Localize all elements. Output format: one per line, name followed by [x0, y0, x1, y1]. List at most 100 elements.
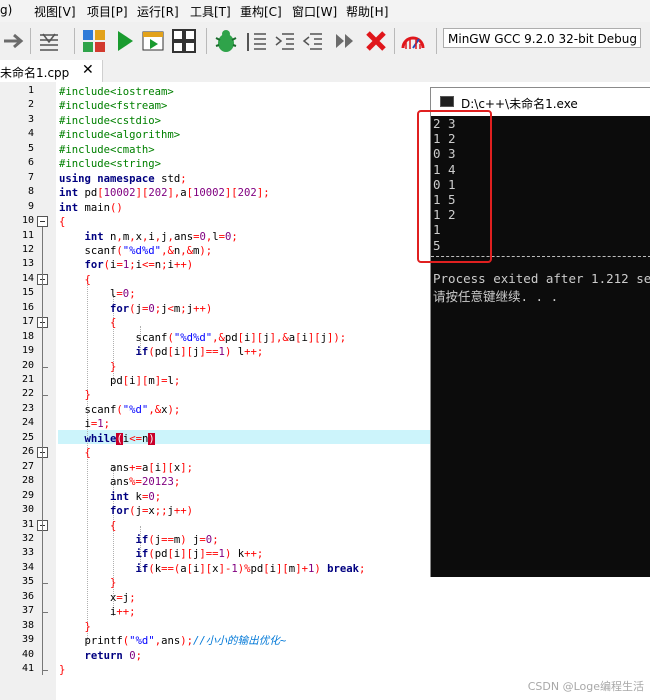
code-line: i++;	[59, 606, 136, 619]
code-line: {	[84, 447, 91, 460]
stop-icon[interactable]	[362, 27, 390, 55]
code-line: int pd[10002][202],a[10002][202];	[59, 187, 270, 200]
code-line: }	[110, 577, 117, 590]
line-number: 14	[21, 272, 34, 284]
tab-label: 未命名1.cpp	[0, 66, 70, 80]
compile-run-icon[interactable]	[140, 27, 168, 55]
code-line: }	[84, 620, 91, 633]
indent-more-icon[interactable]	[272, 27, 298, 55]
line-number: 28	[21, 475, 34, 487]
code-line: ans+=a[i][x];	[59, 461, 194, 474]
indent-less-icon[interactable]	[300, 27, 326, 55]
code-line: using namespace std;	[59, 172, 187, 185]
tab-file[interactable]: 未命名1.cpp ✕	[0, 60, 103, 82]
code-line: x=j;	[59, 591, 136, 604]
close-icon[interactable]: ✕	[82, 62, 94, 78]
line-number: 8	[27, 186, 34, 198]
line-number: 38	[21, 619, 34, 631]
code-line: scanf("%d",&x);	[59, 403, 181, 416]
debug-icon[interactable]	[212, 27, 240, 55]
layout-icon[interactable]	[80, 27, 108, 55]
line-number: 5	[27, 142, 34, 154]
code-line: #include<fstream>	[59, 100, 168, 113]
line-number: 18	[21, 330, 34, 342]
indent-icon[interactable]	[34, 27, 64, 55]
menu-item[interactable]: 项目[P]	[87, 3, 128, 20]
compiler-select[interactable]: MinGW GCC 9.2.0 32-bit Debug	[443, 28, 641, 48]
tab-bar: 未命名1.cpp ✕	[0, 60, 650, 82]
line-number: 24	[21, 417, 34, 429]
code-line: scanf("%d%d",&pd[i][j],&a[i][j]);	[59, 331, 347, 344]
menu-item[interactable]: 重构[C]	[240, 3, 282, 20]
code-line: for(i=1;i<=n;i++)	[84, 259, 194, 272]
line-number: 19	[21, 345, 34, 357]
fold-line	[42, 227, 43, 675]
line-number: 15	[21, 287, 34, 299]
code-line: i=1;	[59, 418, 111, 431]
line-number: 4	[27, 128, 34, 140]
console-icon	[440, 96, 454, 107]
menu-item[interactable]: 窗口[W]	[292, 3, 337, 20]
output-annotation-box	[417, 110, 492, 263]
line-number: 29	[21, 489, 34, 501]
code-line: if(k==(a[i][x]-1)%pd[i][m]+1) break;	[135, 562, 366, 575]
line-number: 32	[21, 532, 34, 544]
code-line: {	[59, 216, 66, 229]
line-number: 20	[21, 359, 34, 371]
code-line: for(j=x;;j++)	[110, 505, 194, 518]
code-line: #include<iostream>	[59, 86, 174, 98]
line-number: 9	[27, 200, 34, 212]
list-icon[interactable]	[244, 27, 270, 55]
line-number: 39	[21, 634, 34, 646]
menu-item[interactable]: 工具[T]	[190, 3, 231, 20]
menu-item[interactable]: 运行[R]	[137, 3, 179, 20]
toolbar-separator	[436, 28, 437, 54]
code-line: if(j==m) j=0;	[135, 533, 219, 546]
code-line: return 0;	[84, 649, 142, 662]
grid-icon[interactable]	[170, 27, 198, 55]
line-number: 40	[21, 648, 34, 660]
line-number: 13	[21, 258, 34, 270]
arrow-right-icon[interactable]	[0, 27, 28, 55]
code-line: printf("%d",ans);//小小的输出优化~	[59, 635, 287, 648]
line-number: 30	[21, 504, 34, 516]
line-number: 41	[21, 663, 34, 674]
menu-bar: g) 视图[V] 项目[P] 运行[R] 工具[T] 重构[C] 窗口[W] 帮助[H]	[0, 0, 650, 22]
run-icon[interactable]	[112, 27, 138, 55]
code-line: scanf("%d%d",&n,&m);	[59, 244, 213, 257]
code-line: {	[84, 273, 91, 286]
toolbar-separator	[74, 28, 75, 54]
line-number: 1	[27, 85, 34, 96]
line-number: 31	[21, 518, 34, 530]
menu-item[interactable]: 视图[V]	[34, 3, 76, 20]
code-line: }	[59, 664, 66, 676]
profile-icon[interactable]	[398, 27, 428, 55]
line-number: 36	[21, 590, 34, 602]
fold-toggle-icon[interactable]	[37, 216, 48, 228]
line-number: 11	[21, 229, 34, 241]
code-line: #include<cmath>	[59, 143, 155, 156]
code-line: if(pd[i][j]==1) k++;	[135, 548, 264, 561]
menu-item[interactable]: g)	[0, 3, 12, 17]
toolbar-separator	[30, 28, 31, 54]
line-number: 37	[21, 605, 34, 617]
line-gutter: 1 2 3 4 5 6 7 8 9 10 11 12 13 14 15 16 17 18 19 20 21 22 23 24 2…	[0, 82, 56, 700]
code-line: int n,m,x,i,j,ans=0,l=0;	[84, 230, 238, 243]
line-number: 26	[21, 446, 34, 458]
code-line: {	[110, 519, 117, 532]
line-number: 35	[21, 576, 34, 588]
line-number: 22	[21, 388, 34, 400]
line-number: 7	[27, 171, 34, 183]
code-line: while(i<=n)	[84, 432, 155, 445]
code-line: #include<algorithm>	[59, 129, 181, 142]
line-number: 3	[27, 113, 34, 125]
code-line: #include<cstdio>	[59, 114, 162, 127]
line-number: 17	[21, 316, 34, 328]
menu-item[interactable]: 帮助[H]	[346, 3, 388, 20]
line-number: 12	[21, 243, 34, 255]
code-line: ans%=20123;	[59, 476, 181, 489]
toolbar-separator	[394, 28, 395, 54]
toolbar-separator	[206, 28, 207, 54]
code-line: int main()	[59, 201, 123, 214]
step-forward-icon[interactable]	[332, 27, 358, 55]
